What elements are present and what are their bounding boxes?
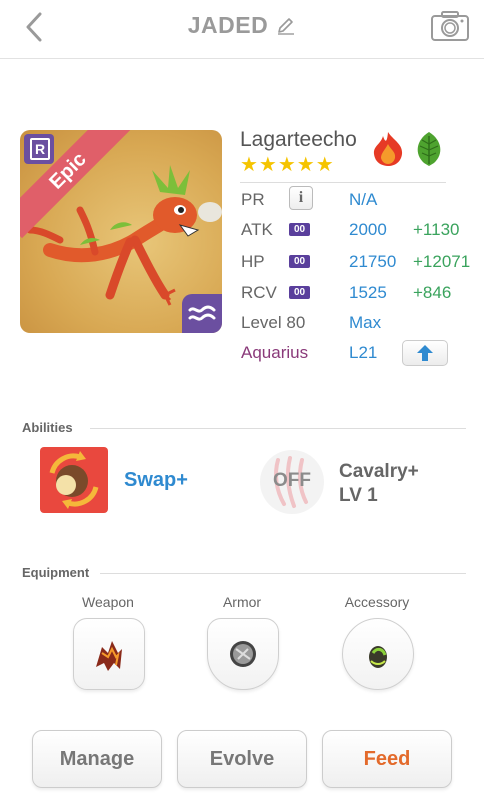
accessory-slot[interactable] [342, 618, 414, 690]
equip-label-weapon: Weapon [82, 594, 134, 610]
evolve-button[interactable]: Evolve [177, 730, 307, 788]
wave-icon [188, 305, 216, 321]
ability-off-state: OFF [273, 470, 311, 491]
stat-value-rcv: 1525 [349, 283, 387, 302]
equip-label-armor: Armor [222, 594, 262, 610]
stat-value-hp: 21750 [349, 252, 397, 271]
stat-bonus-hp: +12071 [413, 252, 471, 271]
stat-label-hp: HP [241, 252, 265, 271]
stat-label-sign: Aquarius [241, 343, 309, 362]
name-divider [240, 182, 446, 183]
stat-value-sign: L21 [349, 343, 378, 362]
ability-secondary-level: LV 1 [339, 485, 378, 506]
rare-badge: R [24, 134, 54, 164]
water-element-badge [182, 294, 222, 333]
manage-button[interactable]: Manage [32, 730, 162, 788]
armor-slot[interactable] [207, 618, 279, 690]
stat-value-pr: N/A [349, 190, 378, 209]
leaf-element-icon [417, 132, 441, 166]
page-title-row: JADED [0, 12, 484, 39]
stat-value-level: Max [349, 313, 382, 332]
abilities-divider [90, 428, 466, 429]
stat-bonus-rcv: +846 [413, 283, 452, 302]
stat-bonus-atk: +1130 [413, 220, 460, 239]
sign-upgrade-button[interactable] [402, 340, 448, 366]
feed-button[interactable]: Feed [322, 730, 452, 788]
camera-button[interactable] [430, 10, 470, 42]
equip-label-accessory: Accessory [344, 594, 410, 610]
stat-label-pr: PR [241, 190, 265, 209]
atk-plus-badge: 00 [289, 223, 310, 236]
equipment-divider [100, 573, 466, 574]
ability-name-primary: Swap+ [124, 469, 188, 491]
arrow-up-icon [417, 345, 433, 361]
stat-label-atk: ATK [241, 220, 273, 239]
star-rating: ★★★★★ [240, 154, 335, 176]
stat-label-level: Level 80 [241, 313, 306, 332]
stat-value-atk: 2000 [349, 220, 387, 239]
pr-info-button[interactable]: i [289, 186, 313, 210]
stat-label-rcv: RCV [241, 283, 277, 302]
accessory-icon [369, 646, 387, 668]
page-title: JADED [187, 12, 269, 38]
rare-badge-letter: R [30, 138, 50, 160]
swap-icon [49, 451, 99, 509]
armor-icon [230, 641, 256, 667]
monster-portrait[interactable]: Epic R [20, 130, 222, 333]
pencil-icon[interactable] [276, 16, 296, 36]
rcv-plus-badge: 00 [289, 286, 310, 299]
monster-name: Lagarteecho [240, 128, 357, 151]
info-icon: i [298, 189, 304, 206]
hp-plus-badge: 00 [289, 255, 310, 268]
swap-ability-button[interactable] [40, 447, 108, 513]
ability-name-secondary: Cavalry+ LV 1 [339, 460, 419, 508]
equipment-section-title: Equipment [22, 565, 90, 580]
fire-element-icon [373, 132, 403, 166]
abilities-section-title: Abilities [22, 420, 73, 435]
ability-secondary-name: Cavalry+ [339, 461, 419, 482]
weapon-icon [96, 641, 122, 671]
weapon-slot[interactable] [73, 618, 145, 690]
camera-icon [431, 11, 469, 41]
